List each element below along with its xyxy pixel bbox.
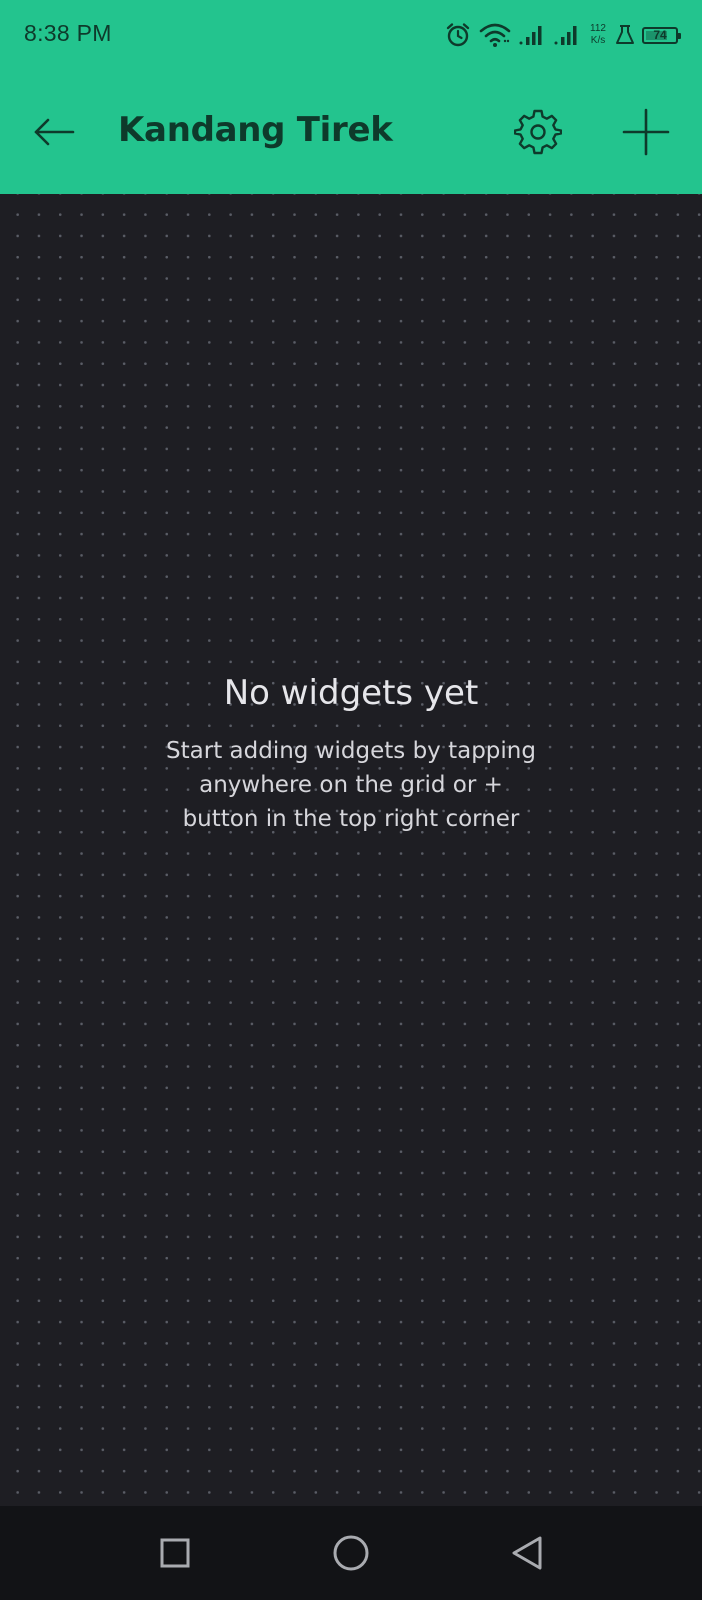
add-widget-button[interactable]: [614, 102, 678, 166]
widget-grid[interactable]: No widgets yet Start adding widgets by t…: [0, 194, 702, 1506]
battery-saver-icon: [615, 24, 635, 46]
wifi-icon: [479, 22, 511, 48]
home-button[interactable]: [324, 1528, 378, 1582]
signal-icon: [553, 24, 581, 46]
app-screen: 8:38 PM 112 K/s 74 Kandang Tirek No widg…: [0, 0, 702, 1600]
recents-button[interactable]: [148, 1528, 202, 1582]
empty-state-title: No widgets yet: [223, 673, 479, 713]
app-bar: Kandang Tirek: [0, 80, 702, 194]
status-bar: 8:38 PM 112 K/s 74: [0, 0, 702, 70]
empty-state: No widgets yet Start adding widgets by t…: [0, 672, 702, 836]
home-circle-icon: [332, 1534, 370, 1576]
network-speed-unit: K/s: [590, 35, 606, 46]
signal-icon: [518, 24, 546, 46]
battery-level: 74: [653, 27, 667, 42]
system-back-button[interactable]: [500, 1528, 554, 1582]
network-speed-value: 112: [590, 23, 606, 34]
plus-icon: [622, 108, 670, 160]
navigation-bar: [0, 1506, 702, 1600]
settings-button[interactable]: [506, 102, 570, 166]
back-button[interactable]: [22, 102, 86, 166]
recents-square-icon: [159, 1537, 191, 1573]
gear-icon: [513, 108, 563, 160]
status-time: 8:38 PM: [24, 20, 112, 46]
back-triangle-icon: [510, 1535, 544, 1575]
empty-state-message: Start adding widgets by tapping anywhere…: [166, 738, 536, 832]
alarm-icon: [444, 21, 472, 49]
network-speed: 112 K/s: [590, 23, 606, 47]
page-title: Kandang Tirek: [118, 110, 393, 150]
battery-icon: 74: [642, 26, 681, 44]
header: 8:38 PM 112 K/s 74 Kandang Tirek: [0, 0, 702, 194]
arrow-left-icon: [33, 118, 75, 150]
status-icons: 112 K/s 74: [444, 18, 681, 52]
